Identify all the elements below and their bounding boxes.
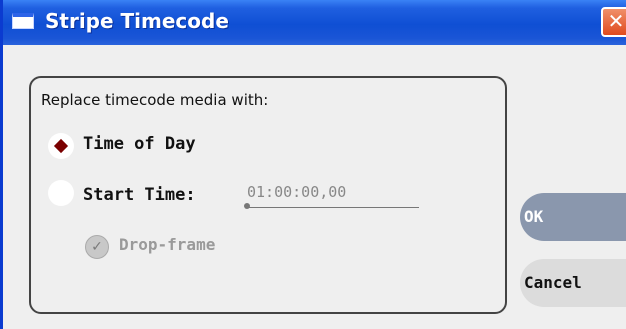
- start-time-field[interactable]: 01:00:00,00: [244, 183, 419, 209]
- cancel-button[interactable]: Cancel: [520, 259, 626, 307]
- title-bar[interactable]: Stripe Timecode: [3, 0, 626, 45]
- drop-frame-label[interactable]: Drop-frame: [119, 235, 215, 254]
- window-icon: [12, 13, 34, 29]
- timecode-cursor-handle: [244, 203, 250, 209]
- start-time-radio[interactable]: [48, 180, 74, 206]
- group-label: Replace timecode media with:: [41, 91, 269, 109]
- time-of-day-radio[interactable]: [48, 133, 74, 159]
- window-title: Stripe Timecode: [45, 9, 229, 33]
- drop-frame-checkbox[interactable]: ✓: [85, 235, 109, 259]
- stripe-timecode-dialog: Stripe Timecode ✕ Replace timecode media…: [0, 0, 626, 329]
- ok-button[interactable]: OK: [520, 193, 626, 241]
- radio-selected-icon: [53, 138, 69, 154]
- start-time-label[interactable]: Start Time:: [83, 185, 196, 205]
- time-of-day-label[interactable]: Time of Day: [83, 134, 196, 154]
- start-time-value: 01:00:00,00: [247, 183, 347, 201]
- close-button[interactable]: ✕: [601, 7, 626, 37]
